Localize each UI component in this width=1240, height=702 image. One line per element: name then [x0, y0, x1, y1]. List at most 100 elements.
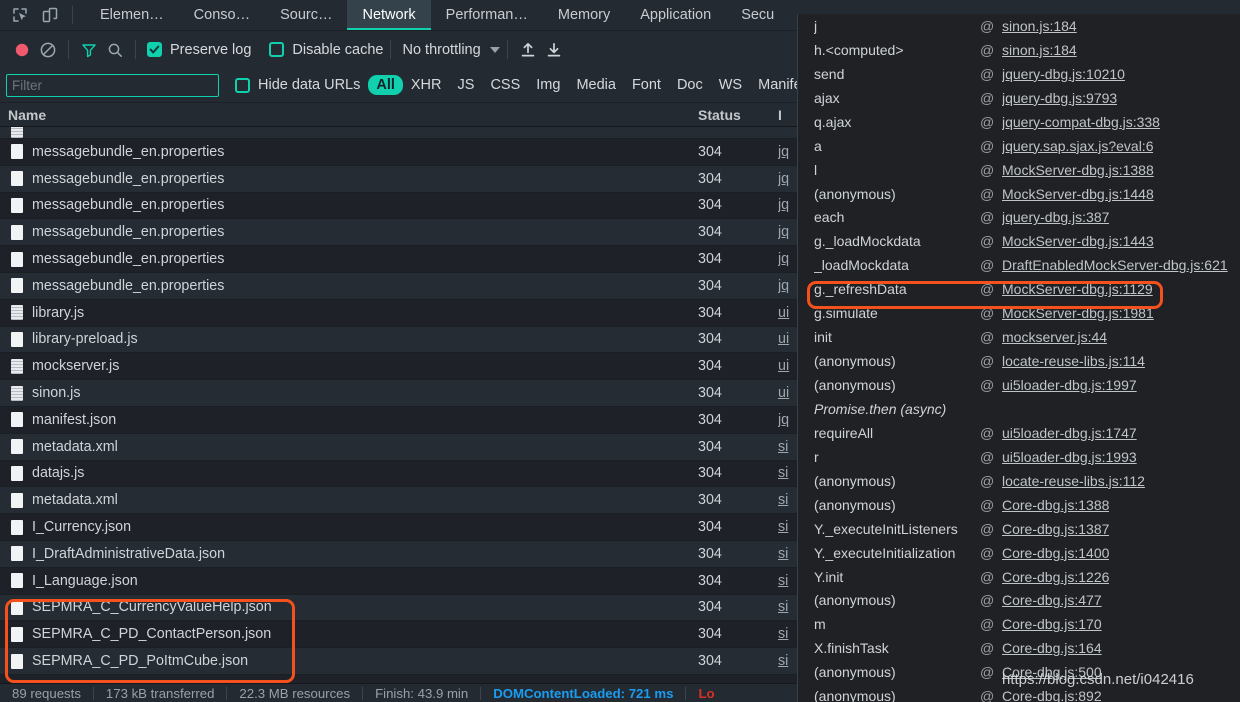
- preserve-log-checkbox[interactable]: Preserve log: [147, 42, 251, 58]
- frame-source-link[interactable]: locate-reuse-libs.js:112: [1002, 473, 1145, 489]
- hide-data-urls-checkbox[interactable]: Hide data URLs: [235, 77, 360, 93]
- frame-source-link[interactable]: Core-dbg.js:892: [1002, 688, 1102, 702]
- call-stack-frame[interactable]: m @ Core-dbg.js:170: [798, 612, 1240, 636]
- cell-name: I_Currency.json: [0, 519, 698, 535]
- cell-name: I_DraftAdministrativeData.json: [0, 546, 698, 562]
- tab-security[interactable]: Secu: [726, 0, 789, 30]
- import-har-icon[interactable]: [515, 37, 541, 63]
- type-filter-font[interactable]: Font: [624, 75, 669, 95]
- frame-at-symbol: @: [980, 89, 995, 106]
- tab-application[interactable]: Application: [625, 0, 726, 30]
- call-stack-frame[interactable]: (anonymous) @ Core-dbg.js:1388: [798, 493, 1240, 517]
- record-button-icon[interactable]: [9, 37, 35, 63]
- throttling-label: No throttling: [402, 41, 481, 58]
- cell-status: 304: [698, 411, 722, 428]
- call-stack-frame[interactable]: requireAll @ ui5loader-dbg.js:1747: [798, 421, 1240, 445]
- frame-source-link[interactable]: jquery-dbg.js:10210: [1002, 66, 1125, 82]
- frame-source-link[interactable]: Core-dbg.js:1400: [1002, 545, 1109, 561]
- call-stack-frame[interactable]: a @ jquery.sap.sjax.js?eval:6: [798, 134, 1240, 158]
- call-stack-frame[interactable]: g._loadMockdata @ MockServer-dbg.js:1443: [798, 229, 1240, 253]
- frame-source-link[interactable]: ui5loader-dbg.js:1993: [1002, 449, 1137, 465]
- frame-source-link[interactable]: mockserver.js:44: [1002, 329, 1107, 345]
- call-stack-frame[interactable]: Y._executeInitialization @ Core-dbg.js:140…: [798, 541, 1240, 565]
- call-stack-frame[interactable]: (anonymous) @ ui5loader-dbg.js:1997: [798, 373, 1240, 397]
- type-filter-media[interactable]: Media: [568, 75, 624, 95]
- type-filter-all[interactable]: All: [368, 75, 403, 95]
- device-toolbar-icon[interactable]: [40, 5, 60, 25]
- frame-source-link[interactable]: sinon.js:184: [1002, 18, 1077, 34]
- call-stack-frame[interactable]: (anonymous) @ MockServer-dbg.js:1448: [798, 182, 1240, 206]
- frame-source-link[interactable]: Core-dbg.js:170: [1002, 616, 1102, 632]
- call-stack-frame[interactable]: g.simulate @ MockServer-dbg.js:1981: [798, 301, 1240, 325]
- call-stack-frame[interactable]: r @ ui5loader-dbg.js:1993: [798, 445, 1240, 469]
- search-icon[interactable]: [102, 37, 128, 63]
- type-filter-xhr[interactable]: XHR: [403, 75, 450, 95]
- call-stack-frame[interactable]: ajax @ jquery-dbg.js:9793: [798, 86, 1240, 110]
- type-filter-js[interactable]: JS: [450, 75, 483, 95]
- call-stack-frame[interactable]: j @ sinon.js:184: [798, 14, 1240, 38]
- cell-status: 304: [698, 197, 722, 214]
- call-stack-frame[interactable]: send @ jquery-dbg.js:10210: [798, 62, 1240, 86]
- tab-network[interactable]: Network: [347, 0, 431, 30]
- frame-function-name: h.<computed>: [814, 41, 904, 58]
- column-header-name[interactable]: Name: [0, 107, 698, 123]
- tab-memory[interactable]: Memory: [543, 0, 625, 30]
- frame-source-link[interactable]: ui5loader-dbg.js:1997: [1002, 377, 1137, 393]
- column-header-status[interactable]: Status: [698, 107, 778, 123]
- call-stack-frame[interactable]: X.finishTask @ Core-dbg.js:164: [798, 636, 1240, 660]
- call-stack-frame[interactable]: (anonymous) @ locate-reuse-libs.js:114: [798, 349, 1240, 373]
- call-stack-frame[interactable]: (anonymous) @ Core-dbg.js:477: [798, 589, 1240, 613]
- frame-source-link[interactable]: jquery.sap.sjax.js?eval:6: [1002, 138, 1153, 154]
- disable-cache-checkbox[interactable]: Disable cache: [269, 42, 383, 58]
- call-stack-frame[interactable]: (anonymous) @ Core-dbg.js:892: [798, 684, 1240, 702]
- frame-source-link[interactable]: MockServer-dbg.js:1443: [1002, 233, 1154, 249]
- frame-source-link[interactable]: Core-dbg.js:1387: [1002, 521, 1109, 537]
- frame-source-link[interactable]: locate-reuse-libs.js:114: [1002, 353, 1145, 369]
- call-stack-frame[interactable]: init @ mockserver.js:44: [798, 325, 1240, 349]
- cell-name: I_Language.json: [0, 573, 698, 589]
- frame-at-symbol: @: [980, 161, 995, 178]
- call-stack-frame[interactable]: (anonymous) @ Core-dbg.js:500: [798, 660, 1240, 684]
- frame-at-symbol: @: [980, 137, 995, 154]
- filter-funnel-icon[interactable]: [76, 37, 102, 63]
- inspect-element-icon[interactable]: [10, 5, 30, 25]
- frame-source-link[interactable]: Core-dbg.js:500: [1002, 664, 1102, 680]
- tab-performance[interactable]: Performan…: [431, 0, 543, 30]
- frame-source-link[interactable]: sinon.js:184: [1002, 42, 1077, 58]
- call-stack-frame[interactable]: Y._executeInitListeners @ Core-dbg.js:1387: [798, 517, 1240, 541]
- call-stack-frame[interactable]: _loadMockdata @ DraftEnabledMockServer-dbg…: [798, 253, 1240, 277]
- frame-source-link[interactable]: jquery-dbg.js:9793: [1002, 90, 1117, 106]
- filter-input[interactable]: [6, 73, 219, 97]
- tab-console[interactable]: Conso…: [179, 0, 265, 30]
- frame-function-name: Y._executeInitListeners: [814, 520, 958, 537]
- call-stack-frame[interactable]: each @ jquery-dbg.js:387: [798, 206, 1240, 230]
- call-stack-frame[interactable]: g._refreshData @ MockServer-dbg.js:1129: [798, 277, 1240, 301]
- clear-icon[interactable]: [35, 37, 61, 63]
- frame-source-link[interactable]: MockServer-dbg.js:1981: [1002, 305, 1154, 321]
- frame-source-link[interactable]: Core-dbg.js:164: [1002, 640, 1102, 656]
- call-stack-frame[interactable]: h.<computed> @ sinon.js:184: [798, 38, 1240, 62]
- frame-source-link[interactable]: jquery-compat-dbg.js:338: [1002, 114, 1160, 130]
- tab-sources[interactable]: Sourc…: [265, 0, 347, 30]
- frame-source-link[interactable]: ui5loader-dbg.js:1747: [1002, 425, 1137, 441]
- frame-source-link[interactable]: MockServer-dbg.js:1388: [1002, 162, 1154, 178]
- call-stack-frame[interactable]: (anonymous) @ locate-reuse-libs.js:112: [798, 469, 1240, 493]
- frame-source-link[interactable]: DraftEnabledMockServer-dbg.js:621: [1002, 257, 1228, 273]
- frame-source-link[interactable]: MockServer-dbg.js:1129: [1002, 281, 1153, 297]
- throttling-dropdown[interactable]: No throttling: [402, 41, 500, 58]
- frame-at-symbol: @: [980, 544, 995, 561]
- frame-source-link[interactable]: Core-dbg.js:477: [1002, 592, 1102, 608]
- call-stack-frame[interactable]: q.ajax @ jquery-compat-dbg.js:338: [798, 110, 1240, 134]
- export-har-icon[interactable]: [541, 37, 567, 63]
- type-filter-doc[interactable]: Doc: [669, 75, 711, 95]
- type-filter-css[interactable]: CSS: [482, 75, 528, 95]
- frame-source-link[interactable]: MockServer-dbg.js:1448: [1002, 186, 1154, 202]
- frame-source-link[interactable]: Core-dbg.js:1388: [1002, 497, 1109, 513]
- tab-elements[interactable]: Elemen…: [85, 0, 179, 30]
- frame-source-link[interactable]: Core-dbg.js:1226: [1002, 569, 1109, 585]
- frame-source-link[interactable]: jquery-dbg.js:387: [1002, 209, 1109, 225]
- call-stack-frame[interactable]: Y.init @ Core-dbg.js:1226: [798, 565, 1240, 589]
- call-stack-frame[interactable]: l @ MockServer-dbg.js:1388: [798, 158, 1240, 182]
- type-filter-img[interactable]: Img: [528, 75, 568, 95]
- type-filter-ws[interactable]: WS: [711, 75, 750, 95]
